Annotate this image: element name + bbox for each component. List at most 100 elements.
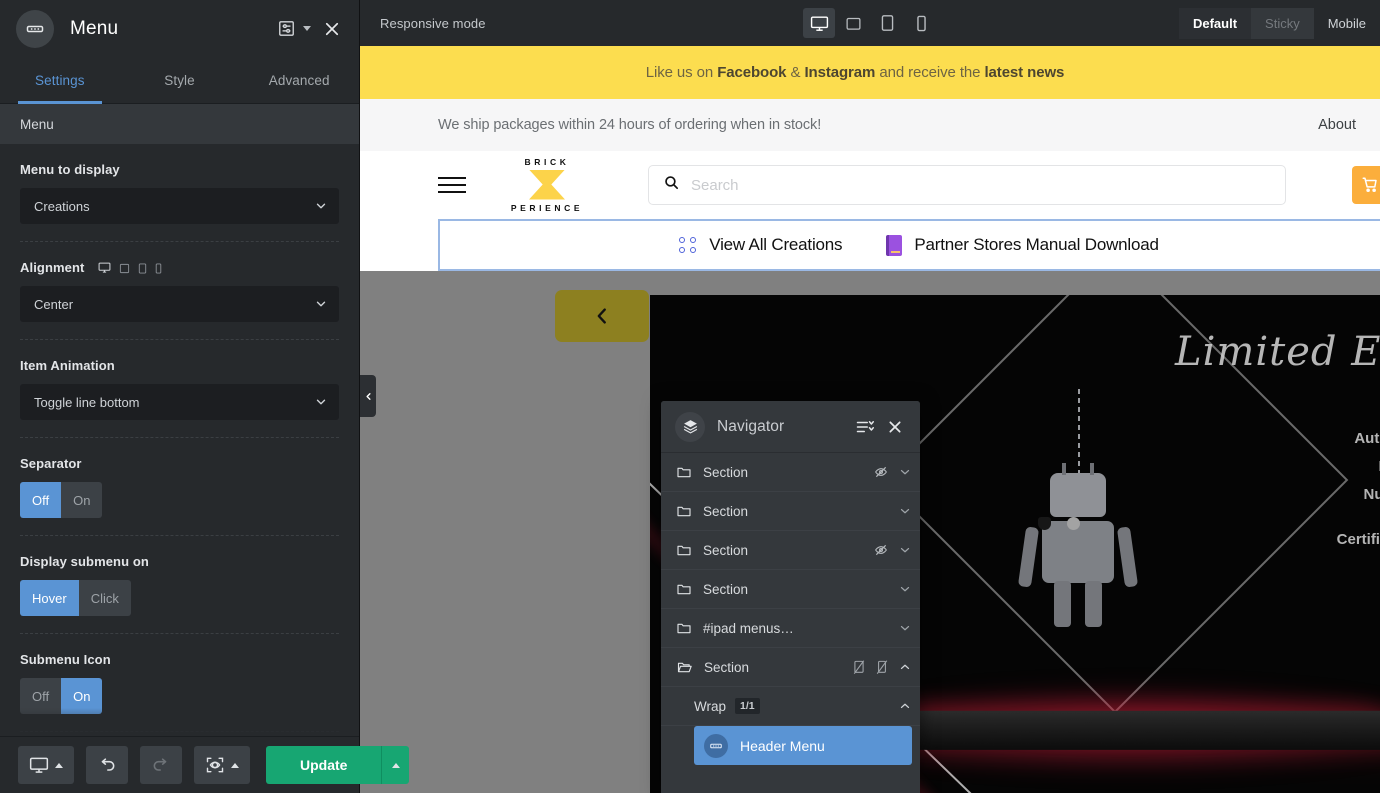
chevron-down-icon[interactable] <box>898 504 912 518</box>
chevron-down-icon[interactable] <box>898 465 912 479</box>
submenu-icon-option-on[interactable]: On <box>61 678 103 714</box>
search-input[interactable]: Search <box>648 165 1286 205</box>
alignment-select[interactable]: Center <box>20 286 339 322</box>
select-value: Creations <box>34 198 90 214</box>
tab-settings[interactable]: Settings <box>0 57 120 104</box>
responsive-mode-button[interactable] <box>18 746 74 784</box>
promo-highlight: latest news <box>984 64 1065 81</box>
separator-option-on[interactable]: On <box>61 482 103 518</box>
navigator-item-header-menu[interactable]: Header Menu <box>694 726 912 765</box>
navigator-item-section-active[interactable]: Section <box>661 648 920 687</box>
device-desktop-button[interactable] <box>803 8 835 38</box>
navigator-item-wrap[interactable]: Wrap 1/1 <box>661 687 920 726</box>
hero-certificate-text: Certificate <box>1336 531 1380 548</box>
carousel-dot-2[interactable] <box>1067 517 1080 530</box>
cart-icon[interactable] <box>1352 166 1380 204</box>
carousel-prev-button[interactable] <box>555 290 649 342</box>
panel-collapse-handle[interactable] <box>360 375 376 417</box>
redo-button[interactable] <box>140 746 182 784</box>
update-button[interactable]: Update <box>266 746 382 784</box>
navigator-panel: Navigator Section Section Section Sectio… <box>661 401 920 793</box>
navigator-item-label: Section <box>703 464 749 480</box>
folder-open-icon <box>676 659 693 675</box>
state-default-button[interactable]: Default <box>1178 7 1252 39</box>
panel-footer: Update <box>0 736 410 793</box>
shipping-info-bar: We ship packages within 24 hours of orde… <box>360 99 1380 151</box>
separator-option-off[interactable]: Off <box>20 482 62 518</box>
tablet-icon[interactable] <box>119 263 130 274</box>
robot-leg-right <box>1085 581 1102 627</box>
expand-collapse-icon[interactable] <box>852 414 878 440</box>
grid-dots-icon <box>679 237 697 253</box>
hero-subtext-line-1: Authen <box>1354 430 1380 447</box>
carousel-dot-1[interactable] <box>1038 517 1051 530</box>
nav-item-partner-stores-manual-download[interactable]: Partner Stores Manual Download <box>886 234 1159 256</box>
update-options-button[interactable] <box>381 746 410 784</box>
editor-panel: Menu Settings Style Advanced Menu Menu t… <box>0 0 410 793</box>
chevron-up-icon[interactable] <box>898 660 912 674</box>
hamburger-menu-icon[interactable] <box>438 177 466 193</box>
promo-link-instagram[interactable]: Instagram <box>804 64 875 81</box>
submenu-icon-option-off[interactable]: Off <box>20 678 62 714</box>
header-state-switcher: Default Sticky Mobile <box>1178 7 1380 39</box>
device-tablet-portrait-button[interactable] <box>871 8 903 38</box>
navigator-item-label: Wrap <box>694 698 727 714</box>
panel-settings-icon[interactable] <box>273 16 299 42</box>
tab-style[interactable]: Style <box>120 57 240 103</box>
state-mobile-button[interactable]: Mobile <box>1314 8 1380 39</box>
close-icon[interactable] <box>319 16 345 42</box>
responsive-switchers <box>98 261 162 274</box>
chevron-up-icon[interactable] <box>898 699 912 713</box>
tab-advanced[interactable]: Advanced <box>239 57 359 103</box>
mobile-icon[interactable] <box>155 263 162 274</box>
hidden-mobile-icon[interactable] <box>875 659 889 675</box>
navigator-item-section-4[interactable]: Section <box>661 570 920 609</box>
display-submenu-toggle: Hover Click <box>20 580 131 616</box>
carousel-dots <box>1038 517 1080 530</box>
item-animation-select[interactable]: Toggle line bottom <box>20 384 339 420</box>
menu-widget-icon <box>16 9 54 48</box>
navigator-item-ipad-menus[interactable]: #ipad menus… <box>661 609 920 648</box>
nav-item-view-all-creations[interactable]: View All Creations <box>679 235 843 255</box>
chevron-down-icon[interactable] <box>898 621 912 635</box>
desktop-icon[interactable] <box>98 261 111 274</box>
hero-subtext-line-3: Numb <box>1363 485 1380 503</box>
caret-up-icon <box>391 762 400 768</box>
eye-off-icon[interactable] <box>873 542 889 558</box>
panel-settings-caret-icon[interactable] <box>303 26 311 31</box>
navigator-item-section-1[interactable]: Section <box>661 453 920 492</box>
preview-changes-button[interactable] <box>194 746 250 784</box>
submenu-option-click[interactable]: Click <box>78 580 131 616</box>
control-alignment: Alignment Center <box>20 242 339 340</box>
robot-chain <box>1078 389 1080 473</box>
folder-icon <box>676 464 692 480</box>
control-section-menu[interactable]: Menu <box>0 104 359 144</box>
hidden-desktop-icon[interactable] <box>852 659 866 675</box>
book-icon <box>886 234 903 256</box>
robot-head <box>1050 463 1106 517</box>
site-logo[interactable]: BRICK PERIENCE <box>508 158 586 212</box>
device-tablet-button[interactable] <box>837 8 869 38</box>
state-sticky-button[interactable]: Sticky <box>1251 7 1314 39</box>
navigator-item-label: #ipad menus… <box>703 620 794 636</box>
header-menu-widget[interactable]: View All Creations Partner Stores Manual… <box>438 219 1380 271</box>
navigator-item-section-2[interactable]: Section <box>661 492 920 531</box>
about-link[interactable]: About <box>1318 117 1356 133</box>
eye-off-icon[interactable] <box>873 464 889 480</box>
navigator-selected-label: Header Menu <box>740 737 825 754</box>
menu-to-display-select[interactable]: Creations <box>20 188 339 224</box>
nav-item-label: Partner Stores Manual Download <box>914 235 1159 254</box>
submenu-option-hover[interactable]: Hover <box>20 580 79 616</box>
device-mobile-button[interactable] <box>905 8 937 38</box>
navigator-tree: Section Section Section Section #ipad me… <box>661 453 920 793</box>
tablet-portrait-icon[interactable] <box>138 263 147 274</box>
chevron-down-icon[interactable] <box>898 582 912 596</box>
control-item-animation: Item Animation Toggle line bottom <box>20 340 339 438</box>
promo-link-facebook[interactable]: Facebook <box>717 64 786 81</box>
folder-icon <box>676 542 692 558</box>
undo-button[interactable] <box>86 746 128 784</box>
chevron-down-icon[interactable] <box>898 543 912 557</box>
elementor-editor-screen: Menu Settings Style Advanced Menu Menu t… <box>0 0 1380 793</box>
navigator-item-section-3[interactable]: Section <box>661 531 920 570</box>
close-icon[interactable] <box>882 414 908 440</box>
